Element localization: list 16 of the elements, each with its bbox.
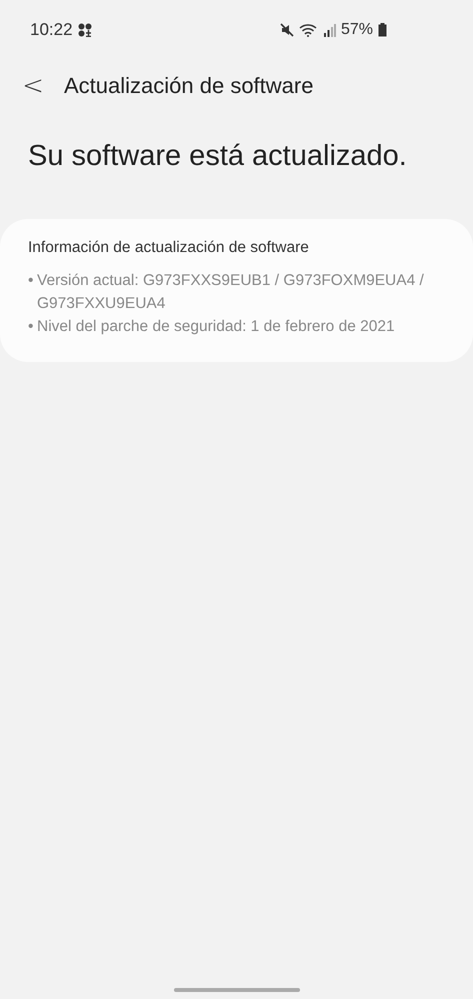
card-title: Información de actualización de software [28,239,310,257]
status-message: Su software está actualizado. [28,140,408,173]
bullet-mark: • [28,317,34,337]
info-text: Nivel del parche de seguridad: 1 de febrero de 2021 [37,317,395,337]
notification-dots-icon [78,23,92,37]
mute-icon [280,23,294,37]
battery-level: 57% [340,21,373,39]
wifi-icon [298,23,319,37]
status-time: 10:22 [30,20,73,40]
page-title: Actualización de software [64,73,314,99]
bullet-mark: • [28,271,34,291]
back-button[interactable]: < [22,70,44,102]
battery-icon [378,23,387,37]
info-text: Versión actual: G973FXXS9EUB1 / G973FOXM9EUA4 / G973FXXU9EUA4 [37,271,425,314]
home-indicator[interactable] [174,988,300,992]
signal-icon [324,23,336,37]
